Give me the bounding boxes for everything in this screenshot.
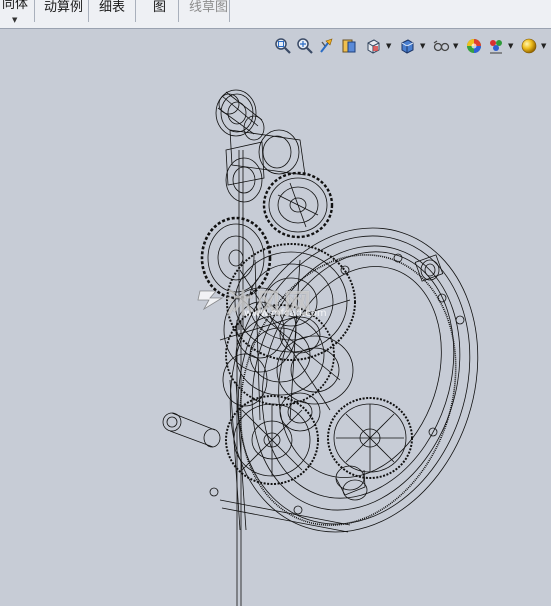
watermark-url: www.mfcad.com xyxy=(244,308,327,319)
watermark-logo-icon xyxy=(197,290,224,311)
